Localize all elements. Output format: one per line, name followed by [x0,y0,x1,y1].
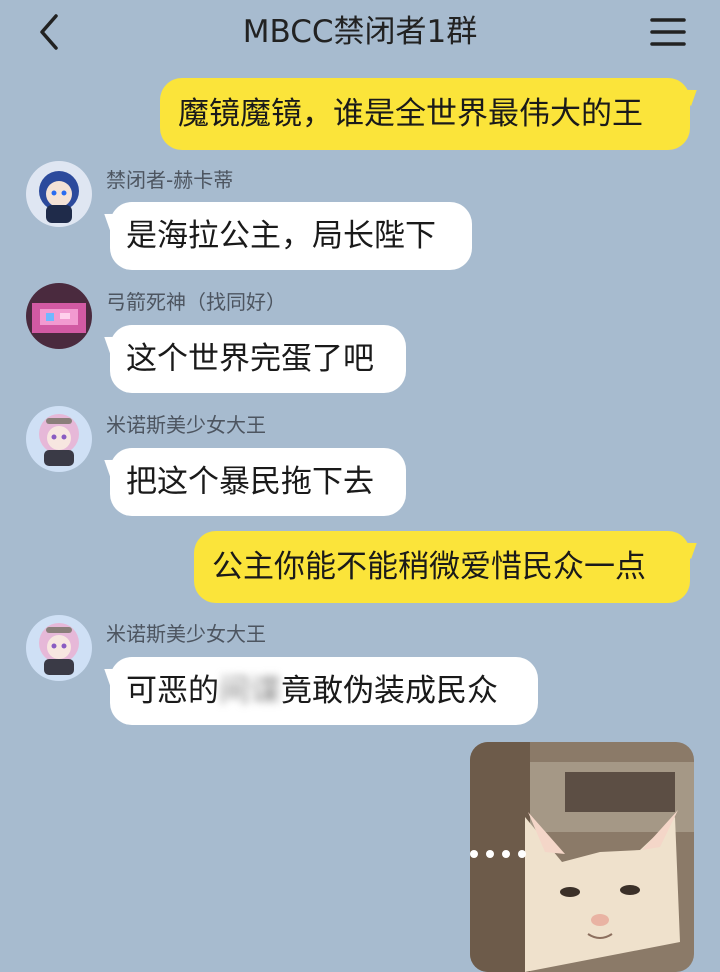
dot [470,850,478,858]
avatar[interactable] [26,283,92,349]
message-text-after: 竟敢伪装成民众 [281,673,498,709]
other-message-bubble[interactable]: 可恶的间谍竟敢伪装成民众 [110,657,538,725]
avatar[interactable] [26,406,92,472]
message-text-before: 可恶的 [126,673,219,709]
dot [502,850,510,858]
sender-name: 米诺斯美少女大王 [106,413,266,437]
chat-title: MBCC禁闭者1群 [242,14,478,50]
sender-name: 米诺斯美少女大王 [106,622,266,646]
other-message-bubble[interactable]: 这个世界完蛋了吧 [110,325,406,393]
typing-dots [470,850,526,858]
menu-button[interactable] [648,14,688,50]
sender-name: 弓箭死神（找同好） [106,290,286,314]
message-text: 公主你能不能稍微爱惜民众一点 [212,549,646,585]
message-text: 是海拉公主，局长陛下 [126,218,436,254]
other-message-bubble[interactable]: 把这个暴民拖下去 [110,448,406,516]
chat-header: MBCC禁闭者1群 [0,0,720,64]
message-text: 魔镜魔镜，谁是全世界最伟大的王 [178,96,643,132]
my-message-bubble[interactable]: 魔镜魔镜，谁是全世界最伟大的王 [160,78,690,150]
hamburger-menu-icon [650,18,686,46]
sender-name: 禁闭者-赫卡蒂 [106,168,234,192]
avatar[interactable] [26,615,92,681]
message-text: 把这个暴民拖下去 [126,464,374,500]
my-message-bubble[interactable]: 公主你能不能稍微爱惜民众一点 [194,531,690,603]
dot [518,850,526,858]
dot [486,850,494,858]
censored-text: 间谍 [219,673,281,709]
avatar[interactable] [26,161,92,227]
other-message-bubble[interactable]: 是海拉公主，局长陛下 [110,202,472,270]
message-text: 这个世界完蛋了吧 [126,341,374,377]
